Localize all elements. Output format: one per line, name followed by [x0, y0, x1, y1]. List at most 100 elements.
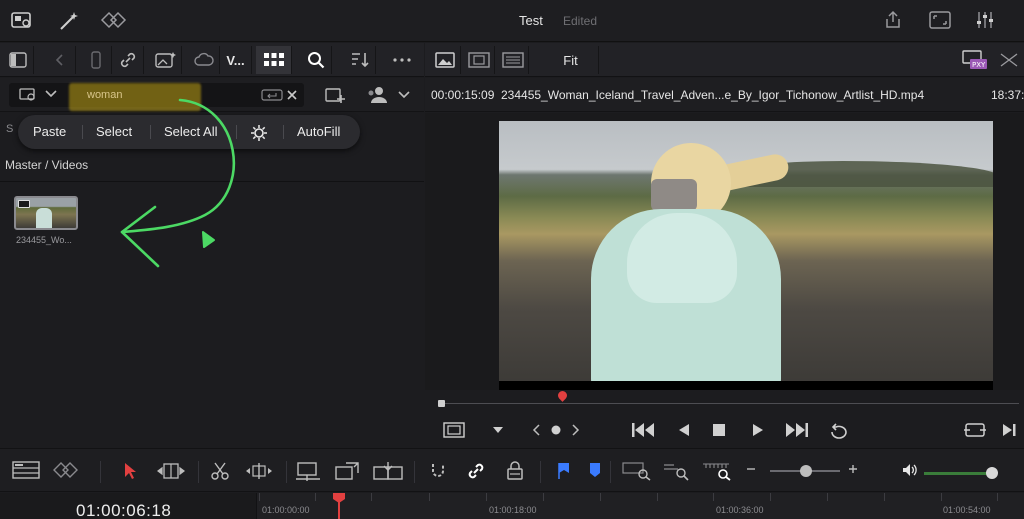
flag-marker-icon[interactable]: [556, 461, 572, 481]
sidebar-icon: [8, 52, 27, 68]
scrub-playhead[interactable]: [556, 389, 569, 402]
film-strip-button[interactable]: [463, 46, 495, 74]
video-viewer[interactable]: [425, 113, 1024, 390]
timeline-ruler[interactable]: 01:00:00:00 01:00:18:00 01:00:36:00 01:0…: [256, 493, 1024, 519]
people-icon[interactable]: [366, 86, 390, 104]
go-to-end-icon[interactable]: [783, 421, 809, 439]
position-lock-icon[interactable]: [506, 461, 524, 481]
menu-separator: [82, 125, 83, 139]
ruler-tick: [884, 493, 885, 501]
video-headband: [651, 179, 697, 211]
trim-tool-icon[interactable]: [156, 461, 186, 481]
chevron-down-icon[interactable]: [45, 90, 57, 98]
gear-sparkle-icon[interactable]: [250, 124, 268, 142]
replace-clip-icon[interactable]: [372, 461, 404, 483]
menu-separator: [236, 125, 237, 139]
more-options-button[interactable]: [386, 46, 418, 74]
add-to-bin-icon[interactable]: [324, 85, 346, 105]
menu-item-select[interactable]: Select: [96, 124, 132, 139]
toggle-sidebar-button[interactable]: [2, 46, 34, 74]
ruler-tick: [371, 493, 372, 501]
menu-item-select-all[interactable]: Select All: [164, 124, 217, 139]
video-frame: [499, 121, 993, 390]
sort-button[interactable]: [344, 46, 376, 74]
zoom-in-icon[interactable]: [848, 464, 858, 474]
people-chevron-down-icon[interactable]: [398, 91, 410, 99]
grid-arrows-icon: [1000, 53, 1018, 67]
view-mode-button[interactable]: V...: [220, 46, 252, 74]
search-button[interactable]: [300, 46, 332, 74]
share-icon[interactable]: [883, 10, 903, 30]
blade-scissors-icon[interactable]: [210, 461, 230, 481]
zoom-full-icon[interactable]: [622, 461, 652, 481]
smart-bin-button[interactable]: [150, 46, 182, 74]
link-clips-button[interactable]: [112, 46, 144, 74]
video-hood: [627, 213, 737, 303]
image-view-button[interactable]: [429, 46, 461, 74]
dynamic-trim-icon[interactable]: [244, 461, 274, 481]
viewer-scrubber[interactable]: [425, 389, 1024, 415]
fullscreen-icon[interactable]: [929, 11, 951, 29]
speaker-icon[interactable]: [902, 463, 918, 477]
ruler-label: 01:00:54:00: [943, 505, 991, 515]
zoom-detail-icon[interactable]: [662, 461, 692, 481]
next-edit-icon[interactable]: [1001, 421, 1017, 439]
edit-mode-icon[interactable]: [52, 461, 80, 479]
clip-view-button[interactable]: [80, 46, 112, 74]
back-button[interactable]: [44, 46, 76, 74]
clear-search-icon[interactable]: [286, 89, 298, 101]
mixer-icon[interactable]: [975, 10, 995, 30]
overwrite-clip-icon[interactable]: [334, 461, 362, 483]
effects-wand-icon[interactable]: [58, 10, 80, 32]
play-reverse-icon[interactable]: [677, 421, 691, 439]
timeline-playhead-line: [338, 501, 340, 519]
snapping-magnet-icon[interactable]: [428, 461, 448, 481]
enter-icon[interactable]: [261, 89, 283, 101]
marker-icon[interactable]: [588, 461, 602, 479]
video-letterbox: [499, 381, 993, 390]
volume-slider-track[interactable]: [924, 472, 994, 475]
viewer-mode-chevron-icon[interactable]: [493, 427, 503, 433]
timeline-view-icon[interactable]: [12, 461, 40, 479]
unlink-icon: [120, 52, 135, 68]
menu-item-autofill[interactable]: AutoFill: [297, 124, 340, 139]
loop-icon[interactable]: [827, 420, 851, 440]
project-title: Test: [519, 13, 543, 28]
viewer-mode-icon[interactable]: [443, 422, 465, 438]
insert-clip-icon[interactable]: [294, 461, 322, 483]
cloud-button[interactable]: [188, 46, 220, 74]
search-scope-icon[interactable]: [19, 88, 37, 102]
stop-icon[interactable]: [711, 421, 727, 439]
toolbar-separator: [286, 461, 287, 483]
selection-pointer-icon[interactable]: [122, 461, 138, 481]
zoom-slider-knob[interactable]: [800, 465, 812, 477]
bin-path: Master / Videos: [5, 158, 89, 172]
search-field[interactable]: woman: [9, 83, 304, 111]
source-timecode: 00:00:15:09: [431, 88, 495, 102]
clip-thumbnail[interactable]: [14, 196, 78, 230]
media-pool-icon[interactable]: [10, 10, 34, 30]
view-mode-label: V...: [226, 52, 245, 68]
zoom-custom-icon[interactable]: [702, 461, 732, 481]
jog-dot-icon[interactable]: [551, 425, 561, 435]
media-pool-toolbar: V...: [0, 43, 424, 77]
linked-selection-icon[interactable]: [466, 461, 486, 481]
zoom-out-icon[interactable]: [746, 464, 756, 474]
thumbnail-view-button[interactable]: [256, 46, 292, 74]
audio-track-button[interactable]: [497, 46, 529, 74]
timeline: 01:00:06:18 01:00:00:00 01:00:18:00 01:0…: [0, 493, 1024, 519]
viewer-more-button[interactable]: [995, 46, 1023, 74]
next-frame-icon[interactable]: [571, 423, 581, 437]
prev-frame-icon[interactable]: [531, 423, 541, 437]
edit-index-icon[interactable]: [100, 11, 128, 29]
ruler-tick: [657, 493, 658, 501]
menu-item-paste[interactable]: Paste: [33, 124, 66, 139]
proxy-button[interactable]: PXY: [955, 46, 995, 74]
match-frame-icon[interactable]: [963, 421, 987, 439]
ruler-tick: [259, 493, 260, 501]
volume-slider-knob[interactable]: [986, 467, 998, 479]
play-icon[interactable]: [751, 421, 765, 439]
go-to-start-icon[interactable]: [631, 421, 657, 439]
zoom-select[interactable]: Fit: [543, 46, 599, 74]
search-input[interactable]: woman: [87, 89, 122, 101]
